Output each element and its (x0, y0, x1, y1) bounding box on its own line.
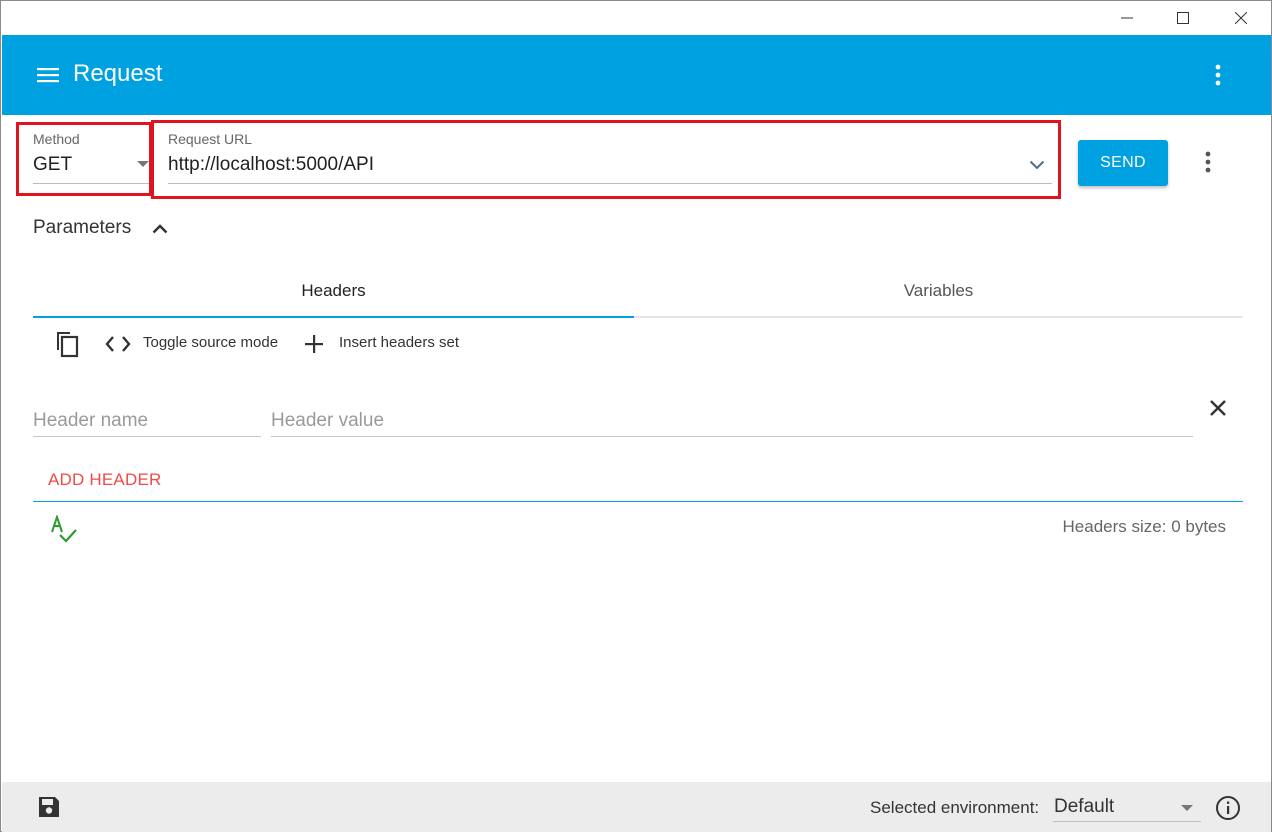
footer-bar: Selected environment: Default (2, 782, 1271, 832)
url-underline (168, 183, 1052, 184)
tab-variables[interactable]: Variables (634, 263, 1243, 318)
close-window-icon (1235, 12, 1247, 24)
maximize-button[interactable] (1154, 2, 1212, 34)
chevron-up-icon[interactable] (149, 218, 171, 240)
add-header-button[interactable]: ADD HEADER (48, 470, 161, 490)
request-more-icon[interactable] (1195, 147, 1221, 177)
code-icon[interactable] (104, 332, 132, 356)
window-titlebar (2, 2, 1271, 34)
app-bar: Request (2, 35, 1271, 115)
copy-icon[interactable] (53, 329, 81, 359)
method-label: Method (33, 131, 80, 147)
insert-headers-set-button[interactable]: Insert headers set (339, 334, 459, 351)
spellcheck-icon[interactable] (49, 515, 79, 545)
environment-select[interactable]: Default (1053, 792, 1201, 822)
tab-headers[interactable]: Headers (33, 263, 634, 318)
header-value-input[interactable] (271, 405, 1193, 437)
maximize-icon (1177, 12, 1189, 24)
request-url-input[interactable]: http://localhost:5000/API (168, 154, 374, 176)
url-label: Request URL (168, 131, 253, 147)
environment-label: Selected environment: (870, 798, 1040, 817)
more-vert-icon[interactable] (1204, 61, 1232, 89)
plus-icon[interactable] (302, 332, 326, 356)
method-underline (33, 183, 149, 184)
app-window: Request Method GET Request URL http://lo… (0, 0, 1272, 832)
triangle-down-icon (1179, 802, 1195, 814)
minimize-icon (1121, 17, 1133, 19)
close-icon[interactable] (1204, 394, 1232, 422)
close-window-button[interactable] (1212, 2, 1270, 34)
triangle-down-icon[interactable] (134, 157, 152, 171)
minimize-button[interactable] (1098, 2, 1156, 34)
headers-size-text: Headers size: 0 bytes (1062, 517, 1226, 536)
send-button[interactable]: SEND (1078, 140, 1168, 186)
page-title: Request (73, 60, 163, 87)
hamburger-menu-icon[interactable] (34, 61, 62, 89)
info-icon[interactable] (1214, 794, 1242, 822)
method-select[interactable]: GET (33, 154, 72, 176)
toggle-source-mode-button[interactable]: Toggle source mode (143, 334, 278, 351)
save-icon[interactable] (36, 794, 62, 820)
parameters-title: Parameters (33, 217, 132, 238)
header-name-input[interactable] (33, 405, 261, 437)
environment-value: Default (1054, 796, 1115, 817)
divider (33, 501, 1243, 502)
chevron-down-icon[interactable] (1025, 153, 1049, 177)
active-tab-indicator (33, 316, 634, 318)
parameters-tabs: Headers Variables (33, 263, 1243, 318)
